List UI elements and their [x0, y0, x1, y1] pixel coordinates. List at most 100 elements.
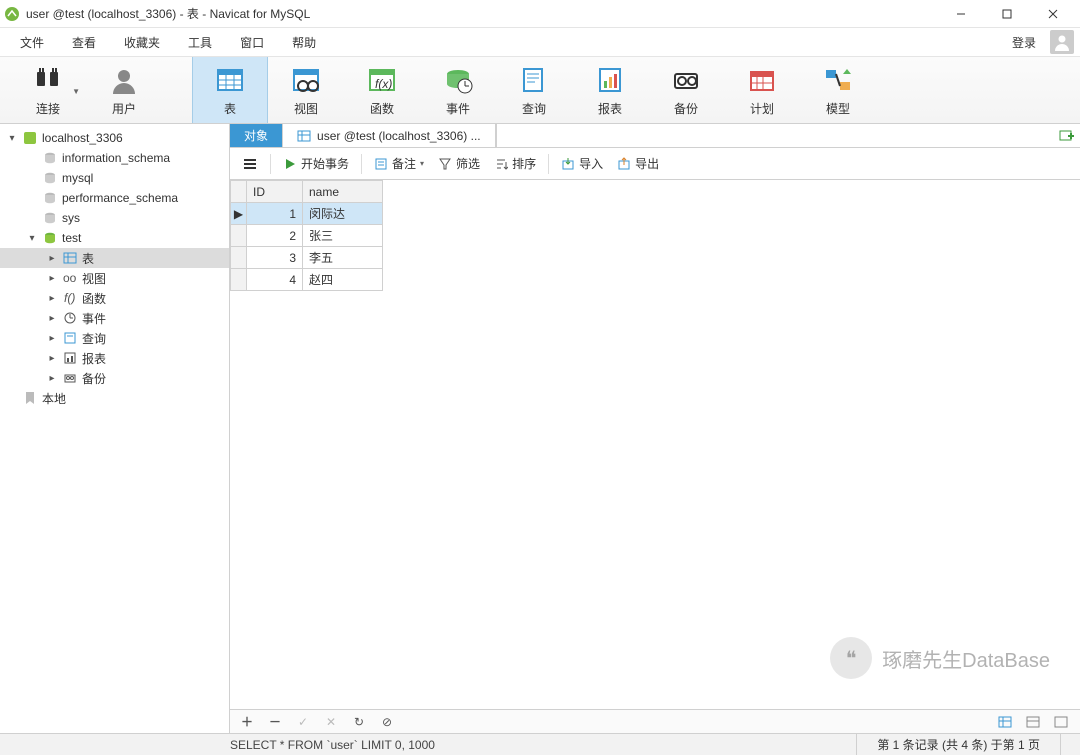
chevron-right-icon[interactable]: ▸	[46, 273, 58, 284]
menu-window[interactable]: 窗口	[226, 30, 278, 55]
login-link[interactable]: 登录	[1002, 30, 1046, 55]
toolbar-event-button[interactable]: 事件	[420, 57, 496, 123]
chevron-right-icon[interactable]: ▸	[46, 353, 58, 364]
refresh-button[interactable]: ↻	[350, 715, 368, 729]
cancel-button[interactable]: ✕	[322, 715, 340, 729]
tree-child-report[interactable]: ▸ 报表	[0, 348, 229, 368]
tree-child-label: 报表	[82, 350, 106, 367]
delete-row-button[interactable]: －	[266, 713, 284, 730]
column-header[interactable]: ID	[247, 181, 303, 203]
sort-button[interactable]: 排序	[490, 153, 540, 174]
table-row[interactable]: 4赵四	[231, 269, 383, 291]
tree-child-backup[interactable]: ▸备份	[0, 368, 229, 388]
toolbar-report-button[interactable]: 报表	[572, 57, 648, 123]
row-indicator	[231, 247, 247, 269]
cell-id[interactable]: 1	[247, 203, 303, 225]
menu-help[interactable]: 帮助	[278, 30, 330, 55]
cell-name[interactable]: 闵际达	[303, 203, 383, 225]
table-row[interactable]: ▶1闵际达	[231, 203, 383, 225]
chevron-right-icon[interactable]: ▸	[46, 373, 58, 384]
tree-child-view[interactable]: ▸oo视图	[0, 268, 229, 288]
export-button[interactable]: 导出	[613, 153, 663, 174]
filter-button[interactable]: 筛选	[434, 153, 484, 174]
table-icon	[297, 129, 311, 143]
tree-child-table[interactable]: ▸表	[0, 248, 229, 268]
toolbar-backup-button[interactable]: 备份	[648, 57, 724, 123]
form-view-button[interactable]	[1026, 715, 1044, 729]
grid-view-button[interactable]	[998, 715, 1016, 729]
tree-child-event[interactable]: ▸事件	[0, 308, 229, 328]
tree-db[interactable]: performance_schema	[0, 188, 229, 208]
hamburger-menu-button[interactable]	[238, 155, 262, 173]
menu-tools[interactable]: 工具	[174, 30, 226, 55]
user-avatar-icon[interactable]	[1050, 30, 1074, 54]
tree-child-fx[interactable]: ▸f()函数	[0, 288, 229, 308]
begin-transaction-button[interactable]: 开始事务	[279, 153, 353, 174]
tree-child-query[interactable]: ▸查询	[0, 328, 229, 348]
watermark-text: 琢磨先生DataBase	[882, 644, 1050, 673]
report-icon	[62, 350, 78, 366]
fx-icon: f()	[62, 290, 78, 306]
tree-connection[interactable]: ▾ localhost_3306	[0, 128, 229, 148]
chevron-right-icon[interactable]: ▸	[46, 293, 58, 304]
toolbar-label: 视图	[294, 100, 318, 117]
add-row-button[interactable]: ＋	[238, 713, 256, 730]
text-view-button[interactable]	[1054, 715, 1072, 729]
menu-file[interactable]: 文件	[6, 30, 58, 55]
tab-current-table[interactable]: user @test (localhost_3306) ...	[283, 124, 496, 147]
statusbar-record-info: 第 1 条记录 (共 4 条) 于第 1 页	[856, 734, 1060, 755]
toolbar-query-button[interactable]: 查询	[496, 57, 572, 123]
toolbar-label: 模型	[826, 100, 850, 117]
tree-db[interactable]: sys	[0, 208, 229, 228]
import-button[interactable]: 导入	[557, 153, 607, 174]
minimize-button[interactable]	[938, 0, 984, 28]
tree-local[interactable]: 本地	[0, 388, 229, 408]
toolbar-model-button[interactable]: 模型	[800, 57, 876, 123]
toolbar-user-button[interactable]: 用户	[86, 57, 162, 123]
chevron-right-icon[interactable]: ▸	[46, 333, 58, 344]
tab-row: 对象 user @test (localhost_3306) ...	[230, 124, 1080, 148]
cell-name[interactable]: 赵四	[303, 269, 383, 291]
view-icon	[290, 64, 322, 96]
import-label: 导入	[579, 155, 603, 172]
cell-name[interactable]: 张三	[303, 225, 383, 247]
stop-button[interactable]: ⊘	[378, 715, 396, 729]
toolbar-view-button[interactable]: 视图	[268, 57, 344, 123]
tree-db[interactable]: mysql	[0, 168, 229, 188]
tree-db-label: information_schema	[62, 151, 170, 165]
tree-db[interactable]: information_schema	[0, 148, 229, 168]
table-row[interactable]: 3李五	[231, 247, 383, 269]
menu-view[interactable]: 查看	[58, 30, 110, 55]
sidebar-tree[interactable]: ▾ localhost_3306 information_schemamysql…	[0, 124, 230, 733]
menu-favorites[interactable]: 收藏夹	[110, 30, 174, 55]
chevron-down-icon[interactable]: ▾	[6, 133, 18, 144]
toolbar-table-button[interactable]: 表	[192, 57, 268, 123]
cell-name[interactable]: 李五	[303, 247, 383, 269]
tree-db-open[interactable]: ▾ test	[0, 228, 229, 248]
database-icon	[42, 230, 58, 246]
maximize-button[interactable]	[984, 0, 1030, 28]
titlebar: user @test (localhost_3306) - 表 - Navica…	[0, 0, 1080, 28]
chevron-right-icon[interactable]: ▸	[46, 313, 58, 324]
table-row[interactable]: 2张三	[231, 225, 383, 247]
toolbar-label: 计划	[750, 100, 774, 117]
toolbar-schedule-button[interactable]: 计划	[724, 57, 800, 123]
table-icon	[214, 64, 246, 96]
close-button[interactable]	[1030, 0, 1076, 28]
chevron-right-icon[interactable]: ▸	[46, 253, 58, 264]
toolbar-plug-button[interactable]: 连接▼	[10, 57, 86, 123]
column-header[interactable]: name	[303, 181, 383, 203]
cell-id[interactable]: 3	[247, 247, 303, 269]
new-tab-button[interactable]	[1052, 124, 1080, 147]
play-icon	[283, 157, 297, 171]
export-icon	[617, 157, 631, 171]
toolbar-fx-button[interactable]: f(x)函数	[344, 57, 420, 123]
tab-objects[interactable]: 对象	[230, 124, 283, 147]
cell-id[interactable]: 2	[247, 225, 303, 247]
chevron-down-icon[interactable]: ▾	[26, 233, 38, 244]
report-icon	[594, 64, 626, 96]
memo-button[interactable]: 备注 ▾	[370, 153, 428, 174]
cell-id[interactable]: 4	[247, 269, 303, 291]
commit-button[interactable]: ✓	[294, 715, 312, 729]
data-grid[interactable]: IDname▶1闵际达2张三3李五4赵四 ❝ 琢磨先生DataBase	[230, 180, 1080, 709]
